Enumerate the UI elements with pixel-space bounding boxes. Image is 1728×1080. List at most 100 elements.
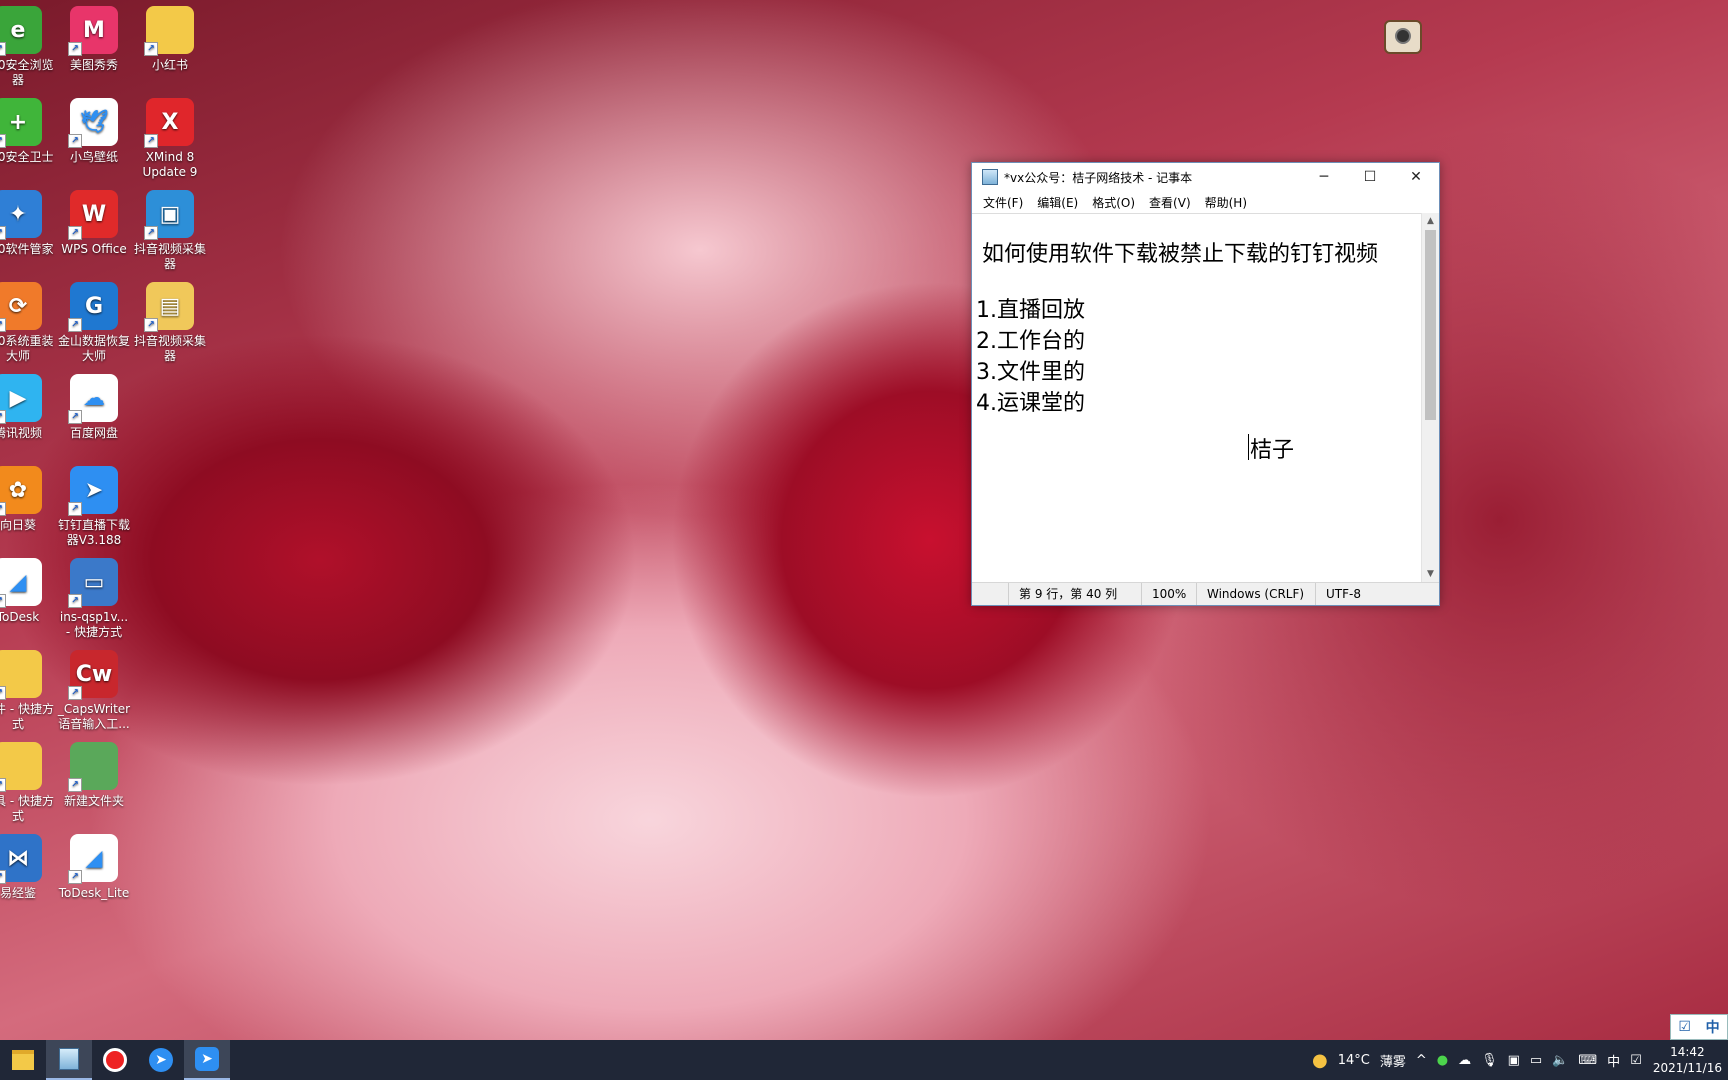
apps-icon: ✦↗ [0,190,42,240]
menu-help[interactable]: 帮助(H) [1198,194,1254,211]
status-line-ending: Windows (CRLF) [1196,583,1315,605]
desktop-icon-label: 新建文件夹 [63,794,124,808]
camera-widget-icon[interactable] [1384,20,1422,54]
dingtalk-icon: ➤ [149,1048,173,1072]
desktop-icon[interactable]: 🕊 ↗ 小鸟壁纸 [56,98,132,165]
input-icon[interactable]: ▣ [1503,1053,1525,1068]
desktop-icon[interactable]: ✿↗ 向日葵 [0,466,56,533]
text-editor[interactable]: 如何使用软件下载被禁止下载的钉钉视频 1.直播回放 2.工作台的 3.文件里的 … [972,213,1422,584]
minimize-button[interactable]: ─ [1301,163,1347,191]
desktop-icon[interactable]: ▶↗ 腾讯视频 [0,374,56,441]
tools-icon: ⟳↗ [0,282,42,332]
notepad-window: *vx公众号：桔子网络技术 - 记事本 ─ ☐ ✕ 文件(F) 编辑(E) 格式… [971,162,1440,606]
desktop-icon[interactable]: ▣ ↗ 抖音视频采集器 [132,190,208,272]
desktop-icon-label: 小红书 [151,58,188,72]
scroll-down-icon[interactable]: ▼ [1422,566,1439,583]
desktop-icon[interactable]: ↗ 新建文件夹 [56,742,132,809]
desktop-icon[interactable]: ↗ 软件 - 快捷方式 [0,650,56,732]
record-icon [103,1048,127,1072]
status-bar: 第 9 行，第 40 列 100% Windows (CRLF) UTF-8 [972,582,1439,605]
shortcut-arrow-icon: ↗ [144,134,158,148]
desktop-icon[interactable]: ◢↗ ToDesk [0,558,56,625]
shortcut-arrow-icon: ↗ [68,134,82,148]
desktop-icon[interactable]: ⟳↗360系统重装大师 [0,282,56,364]
vertical-scrollbar[interactable]: ▲ ▼ [1421,213,1439,583]
scroll-up-icon[interactable]: ▲ [1422,213,1439,230]
wechat-icon[interactable]: ● [1432,1053,1453,1068]
meta-icon: ⋈↗ [0,834,42,884]
taskbar-dingtalk-downloader-2[interactable]: ➤ [184,1040,230,1080]
weather-desc[interactable]: 薄雾 [1375,1051,1411,1070]
desktop-icon[interactable]: M ↗ 美图秀秀 [56,6,132,73]
desktop-icon[interactable]: ✦↗ 360软件管家 [0,190,56,257]
action-center-icon[interactable]: ☑ [1625,1053,1647,1068]
desktop-icon[interactable]: Cw ↗ _CapsWriter 语音输入工... [56,650,132,732]
clock-date: 2021/11/16 [1652,1061,1722,1075]
network-icon[interactable]: ▭ [1525,1053,1547,1068]
ime-language[interactable]: 中 [1706,1017,1720,1037]
desktop-icon[interactable]: +↗ 360安全卫士 [0,98,56,165]
desktop-icon-label: 向日葵 [0,518,36,532]
shortcut-arrow-icon: ↗ [0,410,6,424]
todesk-icon: ◢↗ [0,558,42,608]
desktop-icon-label: 360系统重装大师 [0,334,54,363]
desktop-icon[interactable]: ⋈↗ 易经鉴 [0,834,56,901]
dingtalk-icon: ➤ [195,1047,219,1071]
shortcut-arrow-icon: ↗ [0,594,6,608]
weather-temp[interactable]: 14°C [1333,1053,1375,1068]
desktop-icon[interactable]: ▤ ↗ 抖音视频采集器 [132,282,208,364]
cloud-icon: ☁ ↗ [68,374,118,424]
volume-icon[interactable]: 🔈 [1547,1053,1573,1068]
status-encoding: UTF-8 [1315,583,1406,605]
taskbar-recorder[interactable] [92,1040,138,1080]
desktop-icon-label: ToDesk_Lite [58,886,130,900]
onedrive-icon[interactable]: ☁ [1453,1053,1476,1068]
desktop-icon[interactable]: X ↗ XMind 8 Update 9 [132,98,208,180]
desktop-icon-label: 易经鉴 [0,886,36,900]
close-button[interactable]: ✕ [1393,163,1439,191]
taskbar-file-explorer[interactable] [0,1040,46,1080]
desktop-icon[interactable]: G ↗ 金山数据恢复大师 [56,282,132,364]
ime-floating-bar[interactable]: ☑ 中 [1670,1014,1728,1040]
desktop-icon-label: ins-qsp1v... - 快捷方式 [59,610,129,639]
text-caret [1248,434,1249,460]
notepad-app-icon [982,169,998,185]
desktop-icon-label: XMind 8 Update 9 [142,150,198,179]
clock-time: 14:42 [1670,1045,1705,1059]
ime-toggle-icon[interactable]: ☑ [1678,1019,1691,1035]
desktop-icon[interactable]: ↗ 小红书 [132,6,208,73]
desktop-icon-label: 小鸟壁纸 [69,150,118,164]
taskbar-dingtalk-downloader[interactable]: ➤ [138,1040,184,1080]
menu-format[interactable]: 格式(O) [1085,194,1142,211]
desktop-icon-label: 360软件管家 [0,242,54,256]
desktop-icon[interactable]: W ↗ WPS Office [56,190,132,257]
taskbar-notepad[interactable] [46,1040,92,1080]
desktop-icon-label: 金山数据恢复大师 [57,334,130,363]
show-hidden-icons-icon[interactable]: ^ [1411,1053,1432,1068]
shortcut-arrow-icon: ↗ [0,778,6,792]
xmind-icon: X ↗ [144,98,194,148]
clock[interactable]: 14:42 2021/11/16 [1647,1044,1728,1076]
desktop-icon[interactable]: e↗360安全浏览器 [0,6,56,88]
maximize-button[interactable]: ☐ [1347,163,1393,191]
shortcut-arrow-icon: ↗ [68,42,82,56]
keyboard-icon[interactable]: ⌨ [1573,1053,1602,1068]
title-bar[interactable]: *vx公众号：桔子网络技术 - 记事本 ─ ☐ ✕ [972,163,1439,191]
menu-view[interactable]: 查看(V) [1142,194,1198,211]
recover-icon: G ↗ [68,282,118,332]
desktop-icon[interactable]: ◢ ↗ ToDesk_Lite [56,834,132,901]
shortcut-arrow-icon: ↗ [0,226,6,240]
menu-file[interactable]: 文件(F) [976,194,1030,211]
weather-sun-icon[interactable]: ● [1307,1050,1333,1071]
desktop-icon[interactable]: ▭ ↗ ins-qsp1v... - 快捷方式 [56,558,132,640]
sunflower-icon: ✿↗ [0,466,42,516]
scroll-thumb[interactable] [1425,230,1436,420]
ime-indicator[interactable]: 中 [1602,1051,1625,1070]
desktop-icon[interactable]: ➤ ↗ 钉钉直播下载器V3.188 [56,466,132,548]
menu-edit[interactable]: 编辑(E) [1030,194,1085,211]
microphone-icon[interactable]: 🎙 [1476,1053,1503,1068]
desktop-icon[interactable]: ☁ ↗ 百度网盘 [56,374,132,441]
desktop-icon[interactable]: ↗ 工具 - 快捷方式 [0,742,56,824]
shortcut-arrow-icon: ↗ [68,226,82,240]
folder-icon: ↗ [144,6,194,56]
